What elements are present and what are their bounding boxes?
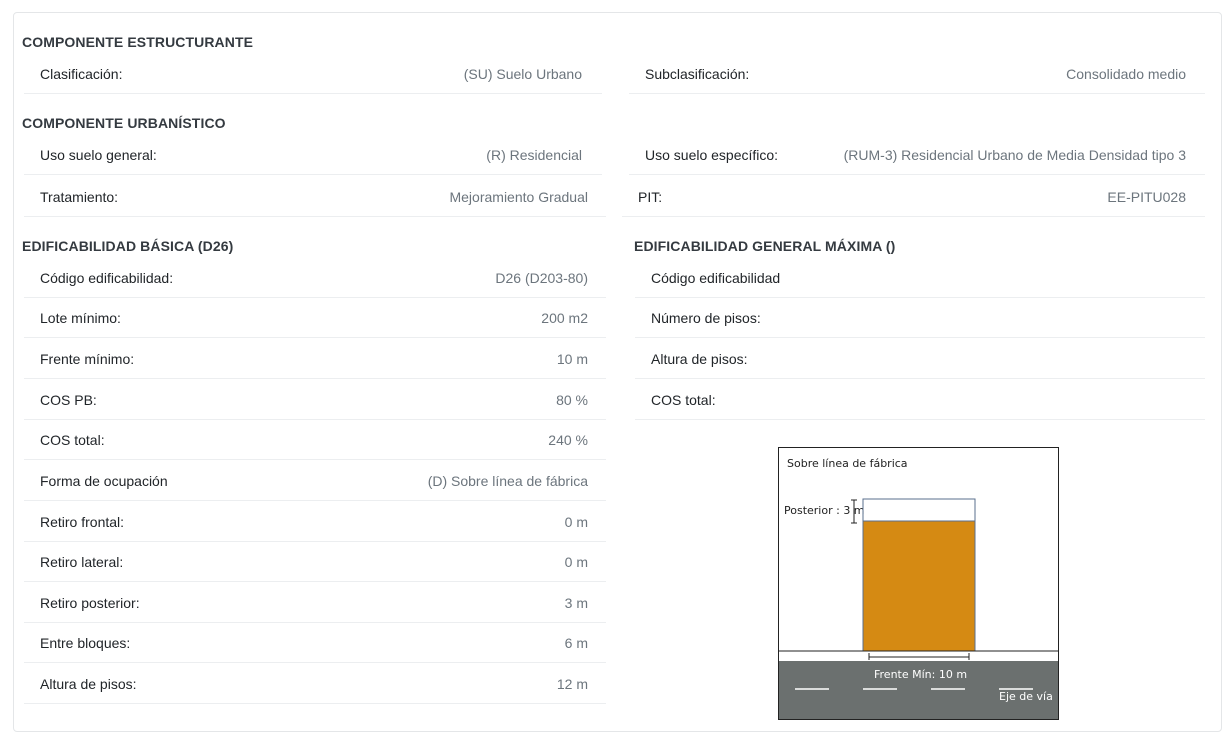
building-block (862, 520, 976, 652)
occupation-diagram-svg: Sobre línea de fábrica Posterior : 3 m F… (779, 457, 1058, 719)
section-title-maxima: EDIFICABILIDAD GENERAL MÁXIMA () (634, 238, 896, 254)
list-item: Altura de pisos: 12 m (24, 664, 606, 704)
row-value: 80 % (556, 392, 588, 408)
list-item: Lote mínimo: 200 m2 (24, 298, 606, 338)
row-label: Código edificabilidad: (40, 270, 174, 286)
row-pit: PIT: EE-PITU028 (622, 177, 1205, 217)
clasificacion-label: Clasificación: (40, 66, 123, 82)
list-item: Frente mínimo: 10 m (24, 339, 606, 379)
list-item: COS PB: 80 % (24, 380, 606, 420)
list-item: Entre bloques: 6 m (24, 623, 606, 663)
row-label: Retiro lateral: (40, 554, 124, 570)
row-value: 12 m (556, 676, 588, 692)
occupation-diagram: Sobre línea de fábrica Posterior : 3 m F… (778, 447, 1059, 720)
row-value: 6 m (564, 635, 588, 651)
subclasificacion-value: Consolidado medio (1066, 66, 1186, 82)
list-item: COS total: 240 % (24, 420, 606, 460)
rear-setback-outline (862, 498, 976, 522)
row-uso-especifico: Uso suelo específico: (RUM-3) Residencia… (629, 135, 1205, 175)
row-label: Altura de pisos: (651, 351, 748, 367)
eje-de-via-label: Eje de vía (999, 690, 1053, 703)
row-value: 0 m (564, 514, 588, 530)
list-item: Retiro posterior: 3 m (24, 583, 606, 623)
row-label: Lote mínimo: (40, 310, 121, 326)
row-value: 10 m (556, 351, 588, 367)
row-value: (D) Sobre línea de fábrica (427, 473, 588, 489)
list-item: Altura de pisos: (635, 339, 1205, 379)
row-label: COS total: (651, 392, 716, 408)
row-label: Altura de pisos: (40, 676, 137, 692)
row-uso-general: Uso suelo general: (R) Residencial (24, 135, 602, 175)
row-tratamiento: Tratamiento: Mejoramiento Gradual (24, 177, 606, 217)
subclasificacion-label: Subclasificación: (645, 66, 750, 82)
row-label: Código edificabilidad (651, 270, 781, 286)
row-label: COS PB: (40, 392, 97, 408)
pit-label: PIT: (638, 189, 663, 205)
diagram-title: Sobre línea de fábrica (787, 457, 908, 470)
row-value: 200 m2 (541, 310, 588, 326)
uso-especifico-value: (RUM-3) Residencial Urbano de Media Dens… (843, 147, 1186, 163)
row-clasificacion: Clasificación: (SU) Suelo Urbano (24, 54, 602, 94)
uso-general-label: Uso suelo general: (40, 147, 157, 163)
pit-value: EE-PITU028 (1107, 189, 1186, 205)
list-item: COS total: (635, 380, 1205, 420)
tratamiento-value: Mejoramiento Gradual (449, 189, 588, 205)
list-item: Forma de ocupación (D) Sobre línea de fáb… (24, 461, 606, 501)
row-value: D26 (D203-80) (495, 270, 588, 286)
list-item: Código edificabilidad: D26 (D203-80) (24, 258, 606, 298)
section-title-basica: EDIFICABILIDAD BÁSICA (D26) (22, 238, 234, 254)
row-value: 0 m (564, 554, 588, 570)
row-subclasificacion: Subclasificación: Consolidado medio (629, 54, 1205, 94)
uso-especifico-label: Uso suelo específico: (645, 147, 779, 163)
uso-general-value: (R) Residencial (486, 147, 582, 163)
row-value: 3 m (564, 595, 588, 611)
list-item: Retiro lateral: 0 m (24, 542, 606, 582)
row-label: Frente mínimo: (40, 351, 135, 367)
row-label: COS total: (40, 432, 105, 448)
frente-label: Frente Mín: 10 m (874, 668, 967, 681)
row-label: Forma de ocupación (40, 473, 168, 489)
clasificacion-value: (SU) Suelo Urbano (463, 66, 582, 82)
row-label: Número de pisos: (651, 310, 761, 326)
section-title-estructurante: COMPONENTE ESTRUCTURANTE (22, 34, 254, 50)
list-item: Retiro frontal: 0 m (24, 502, 606, 542)
list-item: Número de pisos: (635, 298, 1205, 338)
posterior-label: Posterior : 3 m (784, 504, 865, 517)
row-value: 240 % (548, 432, 588, 448)
section-title-urbanistico: COMPONENTE URBANÍSTICO (22, 115, 226, 131)
row-label: Retiro posterior: (40, 595, 140, 611)
list-item: Código edificabilidad (635, 258, 1205, 298)
row-label: Entre bloques: (40, 635, 131, 651)
tratamiento-label: Tratamiento: (40, 189, 119, 205)
row-label: Retiro frontal: (40, 514, 125, 530)
